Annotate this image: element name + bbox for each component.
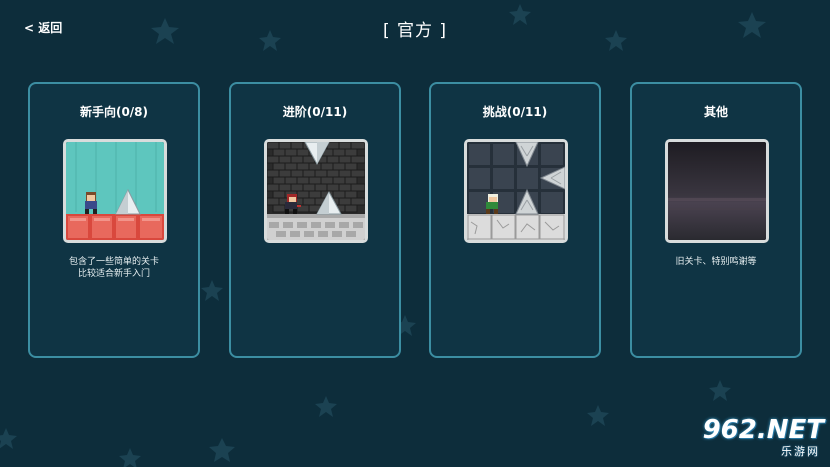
level-pack-list: 新手向(0/8) 包含了一些简单的关卡 比较适合新手入门 进阶(0/11) 挑战… xyxy=(28,82,802,358)
card-description: 包含了一些简单的关卡 比较适合新手入门 xyxy=(36,256,192,280)
site-watermark: 962.NET 乐游网 xyxy=(688,415,824,461)
star-icon xyxy=(315,396,337,417)
level-pack-card-advanced[interactable]: 进阶(0/11) xyxy=(229,82,401,358)
card-title: 挑战(0/11) xyxy=(482,105,548,119)
level-pack-card-other[interactable]: 其他 旧关卡、特别鸣谢等 xyxy=(630,82,802,358)
level-pack-thumbnail xyxy=(464,139,568,243)
star-icon xyxy=(709,380,731,401)
description-line: 包含了一些简单的关卡 xyxy=(68,257,159,267)
card-title: 进阶(0/11) xyxy=(282,105,348,119)
star-icon xyxy=(0,428,17,449)
card-description: 旧关卡、特别鸣谢等 xyxy=(638,256,794,268)
page-title: [ 官方 ] xyxy=(382,21,448,41)
level-pack-card-beginner[interactable]: 新手向(0/8) 包含了一些简单的关卡 比较适合新手入门 xyxy=(28,82,200,358)
card-title: 其他 xyxy=(703,105,728,119)
card-title: 新手向(0/8) xyxy=(79,105,149,119)
level-pack-thumbnail xyxy=(264,139,368,243)
description-line: 旧关卡、特别鸣谢等 xyxy=(675,257,757,267)
star-icon xyxy=(209,438,235,462)
star-icon xyxy=(587,405,609,426)
watermark-logo: 962.NET xyxy=(702,415,824,445)
level-pack-card-challenge[interactable]: 挑战(0/11) xyxy=(429,82,601,358)
description-line: 比较适合新手入门 xyxy=(77,269,150,279)
watermark-subtitle: 乐游网 xyxy=(781,445,820,458)
level-pack-thumbnail xyxy=(63,139,167,243)
star-icon xyxy=(119,448,141,467)
level-pack-thumbnail xyxy=(665,139,769,243)
